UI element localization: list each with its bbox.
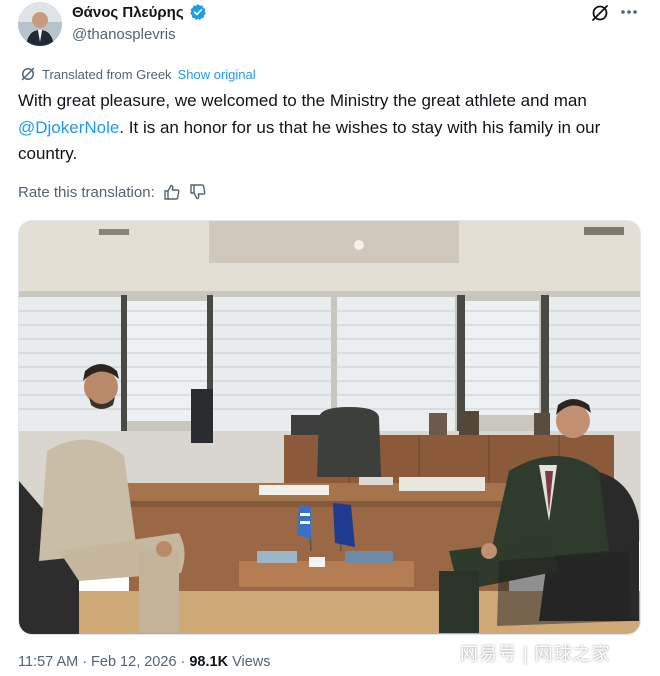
mention-link[interactable]: @DjokerNole	[18, 118, 119, 137]
more-options-icon[interactable]	[618, 2, 640, 22]
translated-from-label: Translated from Greek	[42, 66, 172, 82]
avatar[interactable]	[18, 2, 62, 46]
watermark: 网易号 | 网球之家	[460, 644, 611, 664]
tweet-meta: 11:57 AM · Feb 12, 2026 · 98.1K Views	[18, 654, 270, 670]
meta-separator-2: ·	[180, 654, 186, 670]
meta-separator: ·	[82, 654, 88, 670]
rate-translation-label: Rate this translation:	[18, 183, 155, 201]
tweet-photo[interactable]	[18, 220, 641, 635]
author-name-row: Θάνος Πλεύρης	[72, 3, 207, 21]
author-display-name[interactable]: Θάνος Πλεύρης	[72, 4, 184, 21]
tweet-text: With great pleasure, we welcomed to the …	[18, 88, 638, 168]
thumbs-up-icon[interactable]	[163, 183, 181, 201]
rate-translation-row: Rate this translation:	[18, 183, 207, 201]
thumbs-down-icon[interactable]	[189, 183, 207, 201]
tweet-time[interactable]: 11:57 AM	[18, 654, 78, 670]
tweet-text-part1: With great pleasure, we welcomed to the …	[18, 91, 587, 110]
grok-icon[interactable]	[590, 3, 610, 23]
translate-icon	[20, 66, 36, 82]
views-count: 98.1K	[189, 654, 229, 670]
show-original-link[interactable]: Show original	[178, 67, 256, 82]
tweet-date[interactable]: Feb 12, 2026	[91, 654, 176, 670]
views-label: Views	[232, 654, 271, 670]
author-handle[interactable]: @thanosplevris	[72, 26, 176, 43]
verified-badge-icon[interactable]	[189, 3, 207, 21]
translation-notice: Translated from Greek Show original	[20, 66, 256, 82]
